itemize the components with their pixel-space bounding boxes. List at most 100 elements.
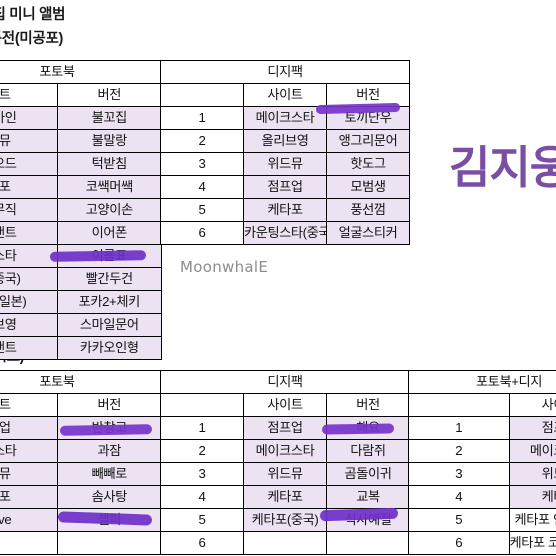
cell-site: 메이크스타 [508,439,556,463]
cell-site: 스타 [0,244,58,268]
table-row: 랜트카카오인형 [0,336,162,360]
cell-site: 케타포 [243,198,327,222]
table-row: 으드턱받침 [0,152,162,176]
table-row-col-header: 사이트 버전 [160,83,410,107]
table-row: 5케타포 인사(오프 [408,508,556,532]
table-row: ve셀피 [0,508,162,532]
table-row-group-header: 포토북 [0,370,162,394]
table-row: 4 케타포 교복 [160,485,410,509]
cell-version: 반창고 [56,416,162,440]
cell-site: 케타포(중국) [243,508,327,532]
table-row: 브영스마일문어 [0,313,162,337]
table-row: 랜트이어폰 [0,221,162,245]
table-row: 포 솜사탕 [0,485,162,509]
cell-version: 앵그리문어 [326,129,410,153]
bottom-combo-table: 포토북+디지 사이트 1점프업 2메이크스타 3위드뮤 4케타포 5케타포 인사… [408,370,556,555]
table-row-group-header: 포토북 [0,60,162,84]
cell-number: 4 [408,485,510,509]
group-header-photobook: 포토북 [0,60,162,84]
table-row-col-header: 사이트 버전 [160,393,410,417]
cell-number: 4 [160,485,244,509]
cell-site: 포 [0,485,58,509]
table-row: 2 올리브영 앵그리문어 [160,129,410,153]
cell-version: 교복 [326,485,410,509]
cell-version: 해요 [326,416,410,440]
cell-version: 다람쥐 [326,439,410,463]
cell-number: 1 [160,106,244,130]
cell-site: 드(일본) [0,290,58,314]
owner-name-label: 김지웅 [449,142,556,193]
cell-version: 모범생 [326,175,410,199]
cell-site: 무직 [0,198,58,222]
cell-site: 점프업 [508,416,556,440]
cell-version: 토끼단우 [326,106,410,130]
col-header-number [408,393,510,417]
cell-site: 케타포 코엑스(오프 [508,531,556,555]
cell-site [243,531,327,555]
cell-site: 케타포 [243,485,327,509]
cell-site: 뮤 [0,462,58,486]
cell-site: 메이크스타 [243,106,327,130]
table-row: 6 [160,531,410,555]
cell-version [326,531,410,555]
cell-site: 아인 [0,106,58,130]
cell-site: 점프업 [243,175,327,199]
col-header-site: 트 [0,393,58,417]
col-header-version: 버전 [326,393,410,417]
cell-number: 1 [408,416,510,440]
cell-version: 곰돌이귀 [326,462,410,486]
cell-site: 위드뮤 [508,462,556,486]
table-row: 스타과잠 [0,439,162,463]
cell-number: 5 [160,508,244,532]
cell-site: (중국) [0,267,58,291]
cell-site: 브영 [0,313,58,337]
table-row: 1점프업 [408,416,556,440]
cell-site: 카운팅스타(중국) [243,221,327,245]
table-row: 6케타포 코엑스(오프 [408,531,556,555]
col-header-site: 사이트 [243,393,327,417]
top-digipack-table: 디지팩 사이트 버전 1 메이크스타 토끼단우 2 올리브영 앵그리문어 3 위드뮤 핫도그… [160,60,410,245]
cell-version: 카카오인형 [56,336,162,360]
table-row: 5 케타포 풍선껌 [160,198,410,222]
cell-version: 빼빼로 [56,462,162,486]
cell-number: 3 [408,462,510,486]
cell-site [0,531,58,555]
group-header-photobook: 포토북 [0,370,162,394]
bottom-photobook-table: 포토북 트 버전 업반창고 스타과잠 뮤빼빼로 포솜사탕 ve셀피 [0,370,162,555]
table-row [0,531,162,555]
table-row: 아인불꼬집 [0,106,162,130]
table-row: 업 반창고 [0,416,162,440]
table-row-col-header: 트 버전 [0,393,162,417]
table-row: 2메이크스타 [408,439,556,463]
cell-number: 6 [160,531,244,555]
cell-site: 케타포 인사(오프 [508,508,556,532]
cell-site: 포 [0,175,58,199]
table-row: 포 코쌕머쌕 [0,175,162,199]
cell-number: 2 [160,129,244,153]
page-title-line1: 원 2집 미니 앨범 [0,7,66,23]
table-row-col-header: 트 버전 [0,83,162,107]
cell-version: 풍선껌 [326,198,410,222]
table-row: 뮤 빼빼로 [0,462,162,486]
table-row: 무직고양이손 [0,198,162,222]
col-header-number [160,83,244,107]
table-row: 4케타포 [408,485,556,509]
cell-version: 스마일문어 [56,313,162,337]
col-header-version: 버전 [326,83,410,107]
cell-version: 턱받침 [56,152,162,176]
cell-version: 셀피 [56,508,162,532]
col-header-version: 버전 [56,83,162,107]
cell-version: 포카2+체키 [56,290,162,314]
table-row: 5 케타포(중국) 식사예절 [160,508,410,532]
col-header-number [160,393,244,417]
cell-version: 식사예절 [326,508,410,532]
table-row: 2 메이크스타 다람쥐 [160,439,410,463]
group-header-digipack: 디지팩 [160,60,410,84]
cell-site: 업 [0,416,58,440]
col-header-site: 트 [0,83,58,107]
cell-version: 솜사탕 [56,485,162,509]
group-header-combo: 포토북+디지 [408,370,556,394]
table-row: 1 메이크스타 토끼단우 [160,106,410,130]
cell-site: 으드 [0,152,58,176]
cell-site: 위드뮤 [243,462,327,486]
